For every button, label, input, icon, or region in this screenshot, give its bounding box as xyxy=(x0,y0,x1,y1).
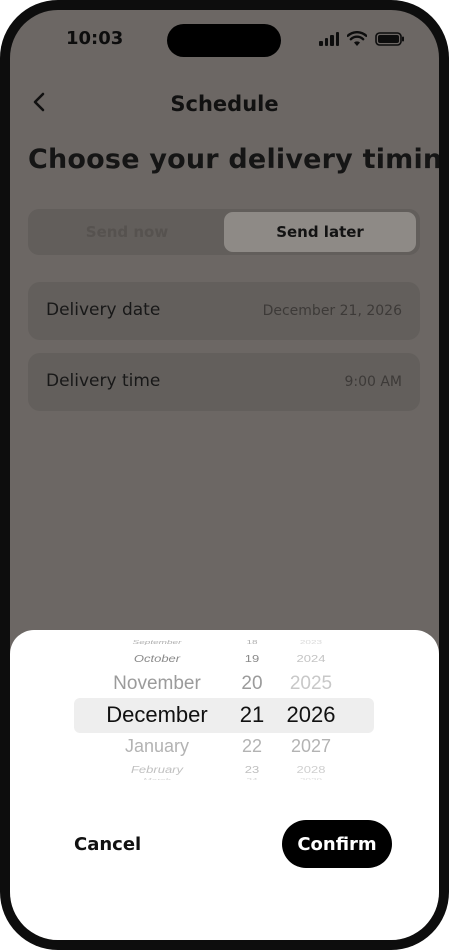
year-option[interactable]: 2024 xyxy=(276,653,346,663)
status-icons xyxy=(319,30,405,48)
delivery-time-value: 9:00 AM xyxy=(344,374,402,390)
delivery-date-value: December 21, 2026 xyxy=(262,303,402,319)
day-option[interactable]: 23 xyxy=(232,764,272,774)
date-picker-sheet: September October November December January F… xyxy=(10,630,439,940)
screen: 10:03 Schedule Choose your delivery timi… xyxy=(10,10,439,940)
send-mode-segmented-control: Send now Send later xyxy=(28,209,420,255)
delivery-date-label: Delivery date xyxy=(46,300,161,320)
date-wheel-picker[interactable]: September October November December January F… xyxy=(10,630,439,780)
month-option[interactable]: November xyxy=(82,674,232,693)
day-option[interactable]: 24 xyxy=(232,778,272,780)
day-option[interactable]: 19 xyxy=(232,653,272,663)
delivery-date-row[interactable]: Delivery date December 21, 2026 xyxy=(28,282,420,340)
page-title: Schedule xyxy=(170,92,279,116)
month-option[interactable]: October xyxy=(82,653,232,663)
confirm-button[interactable]: Confirm xyxy=(282,820,392,868)
signal-icon xyxy=(319,32,339,46)
year-option[interactable]: 2026 xyxy=(276,704,346,726)
section-heading: Choose your delivery timing xyxy=(28,144,439,175)
send-now-option[interactable]: Send now xyxy=(31,212,223,252)
dynamic-island xyxy=(167,24,281,57)
year-option[interactable]: 2028 xyxy=(276,764,346,774)
send-later-option[interactable]: Send later xyxy=(224,212,416,252)
delivery-time-label: Delivery time xyxy=(46,371,161,391)
nav-bar: Schedule xyxy=(10,80,439,124)
day-option[interactable]: 20 xyxy=(232,674,272,693)
month-option[interactable]: February xyxy=(82,764,232,774)
phone-frame: 10:03 Schedule Choose your delivery timi… xyxy=(0,0,449,950)
month-option[interactable]: January xyxy=(82,737,232,755)
day-option[interactable]: 22 xyxy=(232,737,272,755)
month-option[interactable]: March xyxy=(82,778,232,780)
status-time: 10:03 xyxy=(66,28,124,49)
month-wheel[interactable]: September October November December January F… xyxy=(82,630,232,780)
day-option[interactable]: 21 xyxy=(232,704,272,726)
month-option[interactable]: September xyxy=(82,640,232,646)
day-wheel[interactable]: 18 19 20 21 22 23 24 xyxy=(232,630,272,780)
day-option[interactable]: 18 xyxy=(232,640,272,646)
year-option[interactable]: 2027 xyxy=(276,737,346,755)
year-option[interactable]: 2023 xyxy=(276,640,346,646)
year-option[interactable]: 2029 xyxy=(276,778,346,780)
year-wheel[interactable]: 2023 2024 2025 2026 2027 2028 2029 xyxy=(276,630,346,780)
wifi-icon xyxy=(347,31,367,47)
delivery-time-row[interactable]: Delivery time 9:00 AM xyxy=(28,353,420,411)
cancel-button[interactable]: Cancel xyxy=(74,834,141,855)
month-option[interactable]: December xyxy=(82,704,232,726)
year-option[interactable]: 2025 xyxy=(276,674,346,693)
battery-icon xyxy=(375,32,405,46)
